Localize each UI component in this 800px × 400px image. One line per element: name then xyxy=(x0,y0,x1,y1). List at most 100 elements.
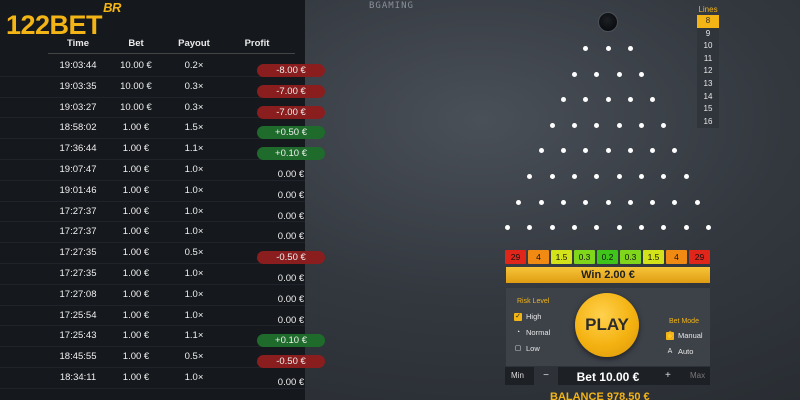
bet-mode-option-label: Manual xyxy=(678,331,703,340)
profit-pill: 0.00 € xyxy=(277,210,305,222)
row-payout: 1.1× xyxy=(184,330,204,342)
peg xyxy=(616,225,622,231)
peg xyxy=(605,199,611,205)
history-row: 19:01:46 1.00 € 1.0× 0.00 € xyxy=(0,181,305,202)
row-bet: 1.00 € xyxy=(122,267,150,279)
profit-pill: +0.50 € xyxy=(257,126,325,140)
peg xyxy=(616,122,622,128)
peg xyxy=(672,199,678,205)
peg xyxy=(516,199,522,205)
lines-option[interactable]: 9 xyxy=(697,27,719,41)
history-header: Time Bet Payout Profit xyxy=(0,38,305,54)
play-button[interactable]: PLAY xyxy=(575,293,639,357)
peg xyxy=(594,122,600,128)
history-row: 19:07:47 1.00 € 1.0× 0.00 € xyxy=(0,160,305,181)
row-bet: 1.00 € xyxy=(122,143,150,155)
row-payout: 1.0× xyxy=(184,226,204,238)
profit-pill: 0.00 € xyxy=(277,376,305,388)
bet-mode-option-label: Auto xyxy=(678,347,694,356)
peg xyxy=(505,225,511,231)
history-row: 19:03:44 10.00 € 0.2× -8.00 € xyxy=(0,56,325,77)
row-bet: 1.00 € xyxy=(122,163,150,175)
peg xyxy=(583,148,589,154)
row-payout: 1.0× xyxy=(184,371,204,383)
lines-option[interactable]: 12 xyxy=(697,65,719,78)
lines-option[interactable]: 10 xyxy=(697,40,719,53)
risk-option-high[interactable]: ✓ High xyxy=(514,312,541,321)
max-bet-button[interactable]: Max xyxy=(690,371,705,380)
row-bet: 1.00 € xyxy=(122,205,150,217)
bet-mode-auto[interactable]: A Auto xyxy=(666,347,694,356)
multiplier-slot: 0.3 xyxy=(574,250,595,264)
decrease-bet-button[interactable]: − xyxy=(534,367,558,385)
row-payout: 0.5× xyxy=(184,351,204,363)
peg xyxy=(605,97,611,103)
history-row: 17:27:35 1.00 € 0.5× -0.50 € xyxy=(0,243,325,265)
row-bet: 1.00 € xyxy=(122,330,150,342)
header-payout: Payout xyxy=(178,38,210,49)
row-payout: 0.3× xyxy=(184,80,204,92)
profit-pill: 0.00 € xyxy=(277,168,305,180)
profit-pill: 0.00 € xyxy=(277,231,305,243)
profit-pill: 0.00 € xyxy=(277,314,305,326)
risk-option-normal[interactable]: ◔ Normal xyxy=(514,328,550,337)
lines-option[interactable]: 11 xyxy=(697,52,719,66)
peg xyxy=(549,174,555,179)
multiplier-slot: 4 xyxy=(528,250,549,264)
row-bet: 1.00 € xyxy=(122,184,150,196)
row-payout: 1.0× xyxy=(184,288,204,300)
row-time: 18:34:11 xyxy=(59,371,97,383)
header-time: Time xyxy=(66,38,89,49)
brand-name: 122BET xyxy=(6,10,103,40)
row-bet: 1.00 € xyxy=(122,122,150,134)
peg xyxy=(661,225,667,231)
peg xyxy=(572,174,578,179)
lines-option[interactable]: 8 xyxy=(697,15,719,28)
risk-option-low[interactable]: ▢ Low xyxy=(514,344,540,353)
row-time: 17:27:37 xyxy=(59,205,97,217)
lines-option[interactable]: 15 xyxy=(697,103,719,116)
row-time: 17:36:44 xyxy=(59,143,97,155)
lock-icon: ▢ xyxy=(514,344,522,352)
peg xyxy=(683,225,689,231)
manual-icon: ✋ xyxy=(666,331,675,340)
peg xyxy=(616,71,622,77)
peg xyxy=(594,71,600,77)
history-row: 17:36:44 1.00 € 1.1× +0.10 € xyxy=(0,139,325,161)
row-time: 19:03:27 xyxy=(59,101,97,113)
multiplier-slot: 29 xyxy=(505,250,526,264)
profit-pill: 0.00 € xyxy=(277,293,305,305)
row-time: 19:03:44 xyxy=(59,60,97,71)
peg xyxy=(672,148,678,154)
lines-option[interactable]: 14 xyxy=(697,90,719,104)
history-row: 17:25:43 1.00 € 1.1× +0.10 € xyxy=(0,326,325,348)
peg xyxy=(594,225,600,231)
history-row: 17:27:35 1.00 € 1.0× 0.00 € xyxy=(0,264,305,285)
peg xyxy=(560,148,566,154)
peg xyxy=(638,122,644,128)
peg xyxy=(638,174,644,179)
peg xyxy=(549,122,555,128)
bet-mode-manual[interactable]: ✋ Manual xyxy=(666,331,703,340)
history-row: 18:45:55 1.00 € 0.5× -0.50 € xyxy=(0,347,325,369)
row-bet: 1.00 € xyxy=(122,309,150,321)
lines-option[interactable]: 16 xyxy=(697,115,719,129)
increase-bet-button[interactable]: + xyxy=(665,370,671,381)
row-time: 17:25:54 xyxy=(59,309,97,321)
row-bet: 1.00 € xyxy=(122,247,150,259)
profit-pill: 0.00 € xyxy=(277,272,305,284)
peg xyxy=(650,148,656,154)
profit-pill: -0.50 € xyxy=(257,251,325,265)
row-bet: 10.00 € xyxy=(120,60,152,71)
lines-label: Lines xyxy=(698,5,718,14)
peg xyxy=(538,199,544,205)
multiplier-slot: 29 xyxy=(689,250,710,264)
row-payout: 1.0× xyxy=(184,267,204,279)
history-row: 17:27:37 1.00 € 1.0× 0.00 € xyxy=(0,202,305,223)
min-bet-button[interactable]: Min xyxy=(511,371,524,380)
profit-pill: -7.00 € xyxy=(257,84,325,98)
history-row: 17:25:54 1.00 € 1.0× 0.00 € xyxy=(0,306,305,327)
bet-amount: Bet 10.00 € xyxy=(576,370,640,384)
profit-pill: +0.10 € xyxy=(257,334,325,348)
lines-option[interactable]: 13 xyxy=(697,77,719,91)
